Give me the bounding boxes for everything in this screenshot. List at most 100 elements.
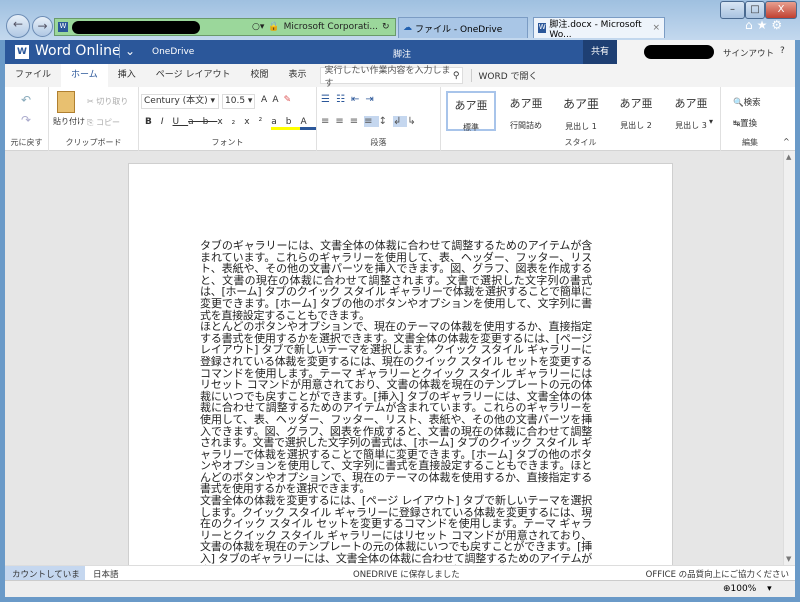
chevron-down-icon[interactable]: ▾ bbox=[767, 584, 772, 594]
tab-home[interactable]: ホーム bbox=[61, 64, 108, 87]
scroll-up-icon[interactable]: ▲ bbox=[786, 153, 791, 161]
document-title[interactable]: 脚注 bbox=[393, 47, 411, 60]
find-label: 検索 bbox=[743, 98, 761, 108]
redacted-username bbox=[644, 45, 714, 59]
onedrive-link[interactable]: OneDrive bbox=[152, 47, 194, 57]
style-heading-1[interactable]: あア亜 見出し 1 bbox=[556, 91, 606, 131]
search-icon[interactable]: ○▾ bbox=[252, 22, 264, 32]
style-name: 見出し 2 bbox=[620, 121, 652, 130]
tab-onedrive[interactable]: ☁ ファイル - OneDrive bbox=[398, 17, 528, 38]
help-button[interactable]: ? bbox=[780, 46, 785, 56]
font-name-value: Century (本文) bbox=[144, 96, 208, 106]
paste-clipboard-icon[interactable] bbox=[57, 91, 75, 113]
bullets-icon[interactable]: ☰ bbox=[321, 94, 336, 105]
numbering-icon[interactable]: ☷ bbox=[336, 94, 351, 105]
favorites-star-icon[interactable]: ★ bbox=[757, 18, 772, 32]
refresh-icon[interactable]: ↻ bbox=[382, 22, 390, 32]
shrink-font-icon[interactable]: A bbox=[272, 95, 283, 105]
styles-group-label: スタイル bbox=[564, 138, 597, 147]
italic-button[interactable]: I bbox=[161, 117, 173, 127]
tab-document[interactable]: W 脚注.docx - Microsoft Wo... × bbox=[533, 17, 665, 40]
bold-button[interactable]: B bbox=[145, 117, 161, 127]
close-window-button[interactable]: X bbox=[765, 1, 797, 19]
rtl-icon[interactable]: ↳ bbox=[407, 116, 421, 127]
justify-icon[interactable]: ≡ bbox=[364, 116, 379, 127]
paragraph-group-label: 段落 bbox=[370, 138, 387, 147]
underline-button[interactable]: U bbox=[173, 117, 189, 127]
tell-me-search[interactable]: 実行したい作業内容を入力します ⚲ bbox=[320, 66, 464, 89]
tab-insert[interactable]: 挿入 bbox=[108, 64, 146, 87]
address-bar[interactable]: W ○▾ 🔒 Microsoft Corporati... ↻ bbox=[54, 18, 396, 36]
chevron-down-icon[interactable]: ⌄ bbox=[119, 44, 135, 58]
font-name-select[interactable]: Century (本文) ▾ bbox=[141, 94, 219, 109]
clear-format-icon[interactable]: ✎ bbox=[284, 95, 297, 105]
paragraph[interactable]: タブのギャラリーには、文書全体の体裁に合わせて調整するためのアイテムが含まれてい… bbox=[200, 240, 592, 321]
undo-group-label: 元に戻す bbox=[10, 138, 43, 147]
browser-chrome: – □ X ← → W ○▾ 🔒 Microsoft Corporati... … bbox=[0, 0, 800, 40]
font-size-select[interactable]: 10.5 ▾ bbox=[222, 94, 255, 109]
language-status[interactable]: 日本語 bbox=[93, 568, 119, 580]
tab-view[interactable]: 表示 bbox=[278, 64, 316, 87]
undo-icon[interactable]: ↶ bbox=[21, 93, 31, 107]
redo-icon[interactable]: ↷ bbox=[21, 113, 31, 127]
style-normal[interactable]: あア亜 標準 bbox=[446, 91, 496, 132]
line-spacing-icon[interactable]: ↕ bbox=[379, 116, 393, 127]
redacted-url bbox=[72, 20, 200, 34]
grow-font-icon[interactable]: A bbox=[261, 95, 272, 105]
cloud-icon: ☁ bbox=[403, 23, 412, 33]
zoom-control[interactable]: ⊕100% ▾ bbox=[723, 584, 772, 594]
tab-label: ファイル - OneDrive bbox=[415, 24, 503, 35]
ltr-icon[interactable]: ↲ bbox=[392, 116, 408, 127]
word-logo-icon: W bbox=[15, 45, 29, 59]
minimize-button[interactable]: – bbox=[720, 1, 745, 19]
cut-label: 切り取り bbox=[96, 97, 129, 106]
editing-group-label: 編集 bbox=[742, 138, 758, 147]
align-right-icon[interactable]: ≡ bbox=[350, 116, 364, 127]
signout-link[interactable]: サインアウト bbox=[723, 47, 774, 59]
subscript-button[interactable]: x₂ bbox=[217, 117, 244, 127]
style-name: 見出し 1 bbox=[565, 122, 597, 131]
forward-button[interactable]: → bbox=[32, 16, 53, 37]
style-no-spacing[interactable]: あア亜 行間詰め bbox=[501, 91, 551, 131]
document-body[interactable]: タブのギャラリーには、文書全体の体裁に合わせて調整するためのアイテムが含まれてい… bbox=[200, 240, 592, 588]
share-button[interactable]: 共有 bbox=[583, 40, 617, 64]
vertical-scrollbar[interactable]: ▲ ▼ bbox=[783, 151, 795, 565]
tab-file[interactable]: ファイル bbox=[5, 64, 61, 87]
font-format-buttons: BIUabx₂x²abA bbox=[145, 117, 316, 130]
decrease-indent-icon[interactable]: ⇤ bbox=[351, 94, 365, 105]
tab-review[interactable]: 校閲 bbox=[240, 64, 278, 87]
scroll-down-icon[interactable]: ▼ bbox=[786, 555, 791, 563]
paste-button[interactable]: 貼り付け bbox=[53, 116, 85, 127]
tab-label: 脚注.docx - Microsoft Wo... bbox=[549, 19, 642, 40]
replace-button[interactable]: ↹置換 bbox=[733, 117, 757, 129]
open-in-word-button[interactable]: WORD で開く bbox=[471, 69, 538, 82]
home-icon[interactable]: ⌂ bbox=[745, 18, 757, 32]
highlight-icon[interactable]: ab bbox=[271, 117, 301, 130]
cut-button[interactable]: ✂ 切り取り bbox=[87, 96, 128, 107]
tab-page-layout[interactable]: ページ レイアウト bbox=[146, 64, 241, 87]
lightbulb-search-icon: ⚲ bbox=[452, 70, 460, 81]
superscript-button[interactable]: x² bbox=[244, 117, 271, 127]
increase-indent-icon[interactable]: ⇥ bbox=[365, 94, 379, 105]
gear-icon[interactable]: ⚙ bbox=[771, 18, 786, 32]
style-heading-2[interactable]: あア亜 見出し 2 bbox=[611, 91, 661, 131]
styles-more-icon[interactable]: ▾ bbox=[709, 117, 713, 126]
font-color-icon[interactable]: A bbox=[300, 117, 316, 130]
copy-button[interactable]: ⎘ コピー bbox=[87, 117, 120, 128]
collapse-ribbon-icon[interactable]: ^ bbox=[783, 137, 790, 146]
font-size-tools: AA✎ bbox=[261, 95, 296, 105]
find-button[interactable]: 🔍検索 bbox=[733, 96, 761, 108]
paragraph[interactable]: ほとんどのボタンやオプションで、現在のテーマの体裁を使用するか、直接指定する書式… bbox=[200, 321, 592, 495]
word-favicon-icon: W bbox=[58, 22, 68, 32]
align-center-icon[interactable]: ≡ bbox=[335, 116, 349, 127]
app-title[interactable]: Word Online bbox=[35, 43, 121, 59]
word-count-status[interactable]: カウントしています... bbox=[5, 566, 85, 592]
back-button[interactable]: ← bbox=[6, 14, 30, 38]
align-left-icon[interactable]: ≡ bbox=[321, 116, 335, 127]
certificate-label[interactable]: Microsoft Corporati... bbox=[284, 22, 378, 32]
maximize-button[interactable]: □ bbox=[745, 1, 765, 19]
close-tab-icon[interactable]: × bbox=[652, 23, 660, 33]
strikethrough-button[interactable]: ab bbox=[188, 117, 217, 127]
style-sample: あア亜 bbox=[509, 97, 543, 110]
feedback-link[interactable]: OFFICE の品質向上にご協力ください bbox=[646, 568, 789, 580]
